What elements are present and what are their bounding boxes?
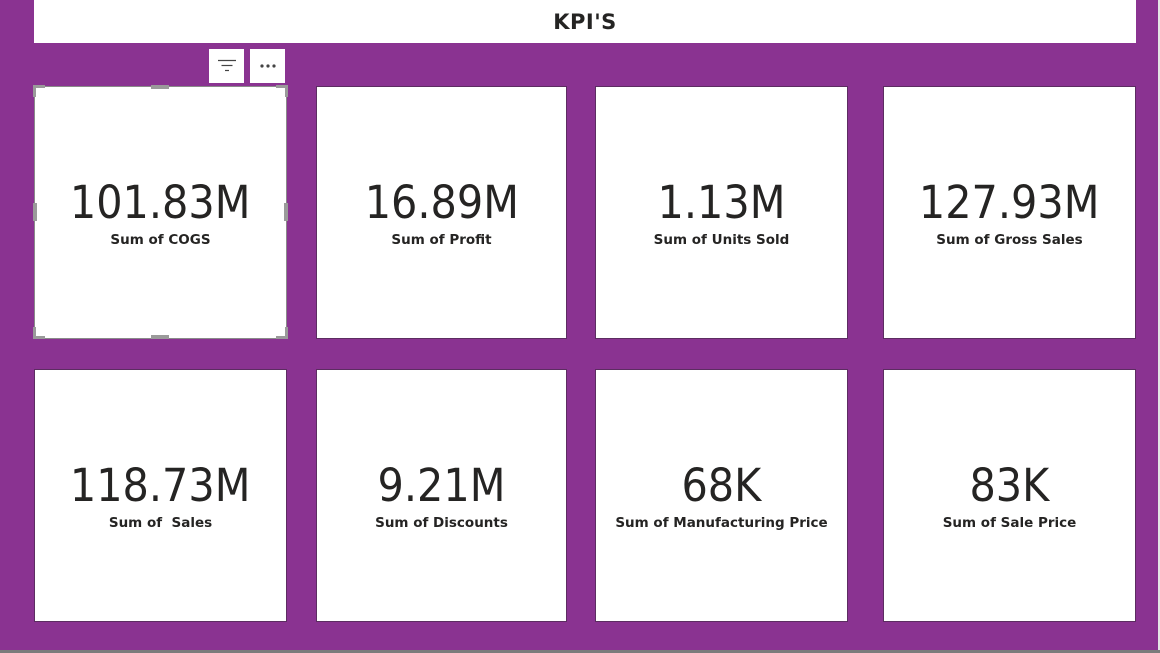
card-label: Sum of Sales — [108, 514, 213, 531]
filter-button[interactable] — [209, 49, 244, 83]
resize-handle[interactable] — [285, 327, 288, 339]
resize-handle[interactable] — [33, 85, 36, 97]
resize-handle[interactable] — [285, 85, 288, 97]
card-label: Sum of Discounts — [375, 514, 508, 531]
card-label: Sum of Profit — [391, 231, 492, 248]
card-value: 101.83M — [70, 175, 251, 229]
card-label: Sum of Sale Price — [942, 514, 1077, 531]
kpi-card-sales[interactable]: 118.73M Sum of Sales — [34, 369, 287, 622]
kpi-card-gross-sales[interactable]: 127.93M Sum of Gross Sales — [883, 86, 1136, 339]
kpi-card-sale-price[interactable]: 83K Sum of Sale Price — [883, 369, 1136, 622]
resize-handle[interactable] — [284, 203, 288, 221]
kpi-card-cogs[interactable]: 101.83M Sum of COGS — [34, 86, 287, 339]
card-value: 127.93M — [919, 175, 1100, 229]
kpi-card-manufacturing-price[interactable]: 68K Sum of Manufacturing Price — [595, 369, 848, 622]
kpi-card-discounts[interactable]: 9.21M Sum of Discounts — [316, 369, 567, 622]
card-value: 1.13M — [657, 175, 786, 229]
card-value: 9.21M — [377, 458, 506, 512]
card-value: 68K — [681, 458, 762, 512]
resize-handle[interactable] — [33, 327, 36, 339]
card-label: Sum of COGS — [110, 231, 211, 248]
filter-icon — [217, 59, 236, 72]
card-value: 16.89M — [364, 175, 519, 229]
card-label: Sum of Units Sold — [653, 231, 790, 248]
card-value: 118.73M — [70, 458, 251, 512]
kpi-card-profit[interactable]: 16.89M Sum of Profit — [316, 86, 567, 339]
card-label: Sum of Manufacturing Price — [615, 514, 828, 531]
card-value: 83K — [969, 458, 1050, 512]
resize-handle[interactable] — [151, 335, 169, 339]
more-options-icon — [259, 64, 276, 68]
kpi-card-units-sold[interactable]: 1.13M Sum of Units Sold — [595, 86, 848, 339]
card-label: Sum of Gross Sales — [936, 231, 1083, 248]
resize-handle[interactable] — [33, 203, 37, 221]
title-textbox[interactable]: KPI'S — [34, 0, 1136, 43]
page-title: KPI'S — [553, 9, 617, 34]
resize-handle[interactable] — [151, 85, 169, 89]
more-options-button[interactable] — [250, 49, 285, 83]
